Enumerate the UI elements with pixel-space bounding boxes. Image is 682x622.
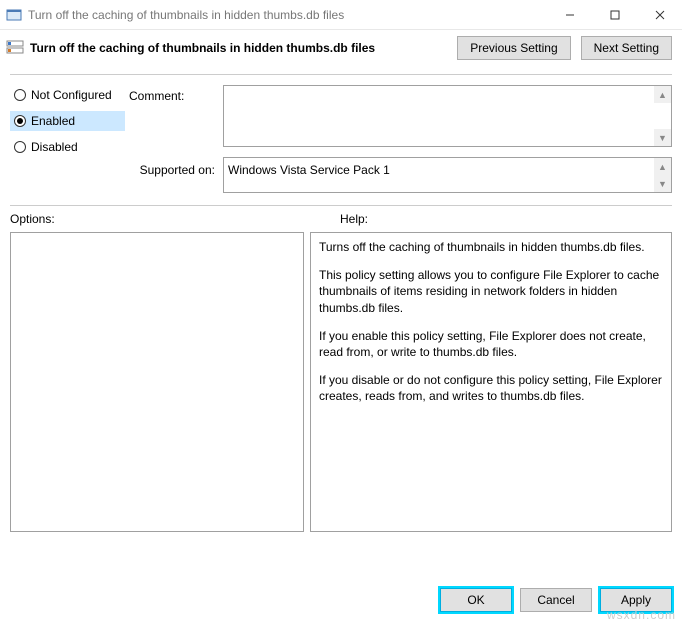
help-text: Turns off the caching of thumbnails in h… bbox=[319, 239, 663, 255]
scroll-down-icon[interactable]: ▼ bbox=[654, 175, 671, 192]
setting-title: Turn off the caching of thumbnails in hi… bbox=[30, 41, 375, 55]
supported-on-field: Windows Vista Service Pack 1 ▲ ▼ bbox=[223, 157, 672, 193]
comment-field[interactable]: ▲ ▼ bbox=[223, 85, 672, 147]
next-setting-button[interactable]: Next Setting bbox=[581, 36, 672, 60]
ok-button[interactable]: OK bbox=[440, 588, 512, 612]
radio-icon bbox=[14, 115, 26, 127]
apply-button[interactable]: Apply bbox=[600, 588, 672, 612]
help-text: If you disable or do not configure this … bbox=[319, 372, 663, 404]
radio-enabled[interactable]: Enabled bbox=[10, 111, 125, 131]
radio-label: Disabled bbox=[31, 140, 78, 154]
divider bbox=[10, 205, 672, 206]
scrollbar[interactable]: ▲ ▼ bbox=[654, 86, 671, 146]
close-button[interactable] bbox=[637, 0, 682, 29]
header: Turn off the caching of thumbnails in hi… bbox=[0, 30, 682, 66]
options-label: Options: bbox=[10, 212, 340, 226]
supported-on-label: Supported on: bbox=[129, 157, 219, 193]
radio-icon bbox=[14, 141, 26, 153]
scrollbar[interactable]: ▲ ▼ bbox=[654, 158, 671, 192]
help-panel: Turns off the caching of thumbnails in h… bbox=[310, 232, 672, 532]
scroll-up-icon[interactable]: ▲ bbox=[654, 86, 671, 103]
policy-setting-icon bbox=[6, 39, 24, 57]
radio-label: Enabled bbox=[31, 114, 75, 128]
comment-label: Comment: bbox=[129, 85, 219, 147]
panel-labels: Options: Help: bbox=[0, 210, 682, 228]
comment-value bbox=[228, 88, 653, 144]
dialog-footer: OK Cancel Apply bbox=[440, 588, 672, 612]
supported-on-value: Windows Vista Service Pack 1 bbox=[228, 160, 653, 190]
scroll-down-icon[interactable]: ▼ bbox=[654, 129, 671, 146]
radio-not-configured[interactable]: Not Configured bbox=[10, 85, 125, 105]
previous-setting-button[interactable]: Previous Setting bbox=[457, 36, 570, 60]
radio-icon bbox=[14, 89, 26, 101]
help-label: Help: bbox=[340, 212, 368, 226]
titlebar: Turn off the caching of thumbnails in hi… bbox=[0, 0, 682, 30]
window-controls bbox=[547, 0, 682, 29]
divider bbox=[10, 74, 672, 75]
help-text: If you enable this policy setting, File … bbox=[319, 328, 663, 360]
radio-disabled[interactable]: Disabled bbox=[10, 137, 125, 157]
window-title: Turn off the caching of thumbnails in hi… bbox=[28, 8, 547, 22]
help-text: This policy setting allows you to config… bbox=[319, 267, 663, 316]
options-panel bbox=[10, 232, 304, 532]
policy-icon bbox=[6, 7, 22, 23]
cancel-button[interactable]: Cancel bbox=[520, 588, 592, 612]
radio-label: Not Configured bbox=[31, 88, 112, 102]
minimize-button[interactable] bbox=[547, 0, 592, 29]
state-radio-group: Not Configured Enabled Disabled bbox=[10, 85, 125, 193]
scroll-up-icon[interactable]: ▲ bbox=[654, 158, 671, 175]
maximize-button[interactable] bbox=[592, 0, 637, 29]
